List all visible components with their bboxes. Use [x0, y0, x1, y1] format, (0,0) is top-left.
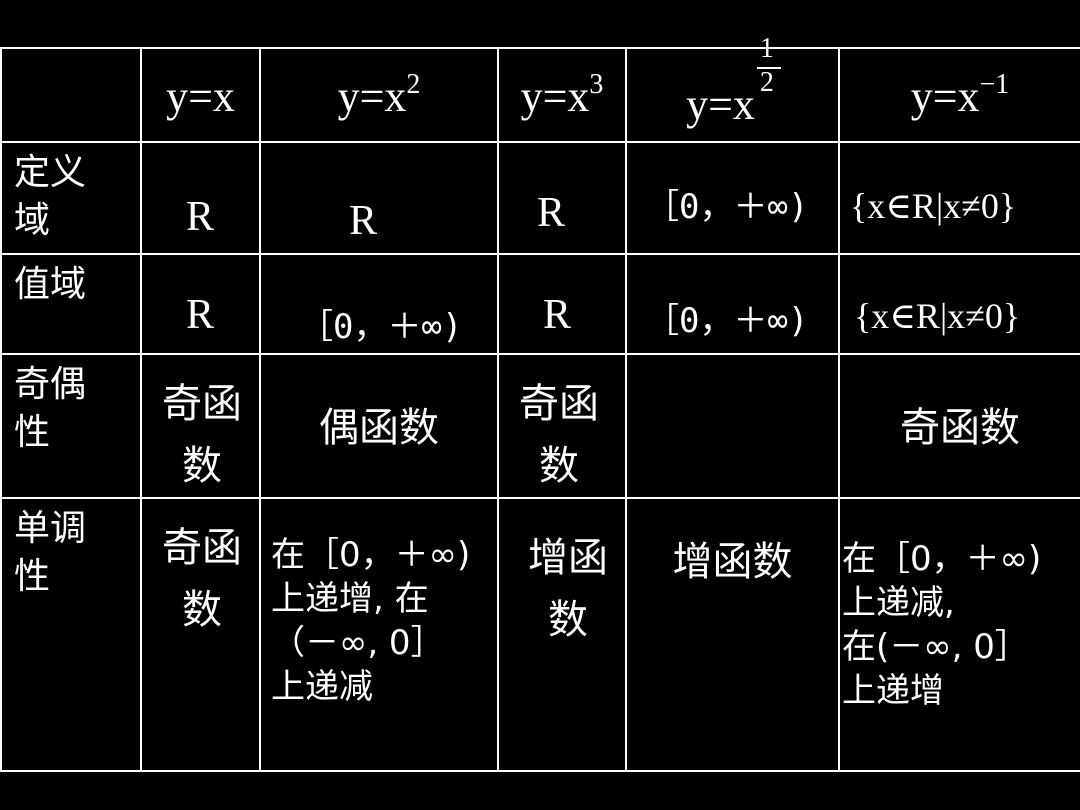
cell-value: R — [543, 292, 572, 338]
range-row: 值域 R ［0，＋∞) R ［0，＋∞) {x∈R|x≠0} — [0, 253, 1080, 355]
range-f2: ［0，＋∞) — [259, 253, 499, 355]
row-label-line: 定义 — [14, 152, 87, 193]
cell-value-line: 奇函 — [162, 381, 242, 427]
cell-value-line: 奇函 — [519, 381, 599, 427]
row-label-cell: 奇偶 性 — [0, 353, 142, 499]
parity-f3: 奇函 数 — [497, 353, 627, 499]
cell-value: R — [537, 190, 566, 236]
cell-value-line: 在［0，＋∞) — [271, 535, 471, 575]
fraction-exponent: 12 — [756, 35, 781, 111]
cell-value: R — [186, 292, 215, 338]
range-f1: R — [140, 253, 261, 355]
slide: y=x y=x2 y=x3 y=x 1 2 y=x−1 定义 域 R R R ［… — [0, 0, 1080, 810]
row-label-line: 域 — [14, 200, 51, 241]
row-label-cell: 定义 域 — [0, 141, 142, 255]
exponent: 3 — [589, 69, 604, 100]
header-y-eq-x-cubed: y=x3 — [497, 47, 627, 143]
cell-value: R — [349, 198, 378, 244]
function-label: y=x — [166, 72, 235, 121]
cell-value: ［0，＋∞) — [645, 301, 809, 341]
cell-value: 偶函数 — [319, 405, 439, 451]
monotonicity-row: 单调 性 奇函 数 在［0，＋∞) 上递增, 在 （－∞, 0］ 上递减 增函 … — [0, 497, 1080, 772]
cell-value-line: 数 — [548, 597, 588, 643]
domain-f4: ［0，＋∞) — [625, 141, 840, 255]
monotonicity-f3: 增函 数 — [497, 497, 627, 772]
row-label-line: 单调 — [14, 508, 87, 549]
cell-value-line: 在［0，＋∞) — [842, 539, 1042, 579]
cell-value-line: 上递增, 在 — [271, 579, 429, 619]
cell-value-line: 增函 — [528, 535, 608, 581]
parity-f5: 奇函数 — [838, 353, 1080, 499]
cell-value: ［0，＋∞) — [299, 307, 463, 347]
function-label: y=x — [337, 72, 407, 121]
power-function-properties-table: y=x y=x2 y=x3 y=x 1 2 y=x−1 定义 域 R R R ［… — [0, 35, 1080, 772]
row-label-line: 性 — [14, 412, 51, 453]
range-f3: R — [497, 253, 627, 355]
cell-value-line: （－∞, 0］ — [271, 623, 445, 663]
header-y-eq-x-squared: y=x2 — [259, 47, 499, 143]
cell-value: {x∈R|x≠0} — [854, 296, 1021, 336]
cell-value-line: 在(－∞, 0］ — [842, 627, 1029, 667]
monotonicity-f1: 奇函 数 — [140, 497, 261, 772]
range-f4: ［0，＋∞) — [625, 253, 840, 355]
row-label-cell: 单调 性 — [0, 497, 142, 772]
cell-value: {x∈R|x≠0} — [850, 186, 1017, 226]
header-row: y=x y=x2 y=x3 y=x 1 2 y=x−1 — [0, 35, 1080, 143]
header-y-eq-x: y=x — [140, 47, 261, 143]
domain-f3: R — [497, 141, 627, 255]
domain-f5: {x∈R|x≠0} — [838, 141, 1080, 255]
function-label: y=x — [686, 80, 755, 129]
domain-f1: R — [140, 141, 261, 255]
exponent: 2 — [406, 69, 421, 100]
monotonicity-f2: 在［0，＋∞) 上递增, 在 （－∞, 0］ 上递减 — [259, 497, 499, 772]
row-label-line: 奇偶 — [14, 364, 87, 405]
header-y-eq-x-half: y=x 1 2 — [625, 35, 840, 143]
cell-value-line: 数 — [182, 587, 222, 633]
exponent: −1 — [979, 69, 1010, 100]
function-label: y=x — [910, 72, 980, 121]
header-y-eq-x-inverse: y=x−1 — [838, 47, 1080, 143]
cell-value-line: 上递增 — [842, 671, 944, 711]
row-label-cell: 值域 — [0, 253, 142, 355]
fraction-denominator: 2 — [759, 67, 774, 98]
cell-value-line: 上递减, — [842, 583, 955, 623]
monotonicity-f5: 在［0，＋∞) 上递减, 在(－∞, 0］ 上递增 — [838, 497, 1080, 772]
parity-row: 奇偶 性 奇函 数 偶函数 奇函 数 奇函数 — [0, 353, 1080, 499]
row-label-line: 性 — [14, 556, 51, 597]
domain-row: 定义 域 R R R ［0，＋∞) {x∈R|x≠0} — [0, 141, 1080, 255]
cell-value: R — [186, 194, 215, 240]
cell-value-line: 数 — [182, 443, 222, 489]
monotonicity-f4: 增函数 — [625, 497, 840, 772]
domain-f2: R — [259, 141, 499, 255]
cell-value-line: 上递减 — [271, 667, 373, 707]
parity-f1: 奇函 数 — [140, 353, 261, 499]
cell-value-line: 数 — [539, 443, 579, 489]
cell-value: ［0，＋∞) — [645, 187, 809, 227]
corner-cell — [0, 47, 142, 143]
row-label-line: 值域 — [14, 264, 87, 305]
fraction-numerator: 1 — [759, 33, 774, 64]
range-f5: {x∈R|x≠0} — [838, 253, 1080, 355]
parity-f2: 偶函数 — [259, 353, 499, 499]
parity-f4 — [625, 353, 840, 499]
cell-value: 增函数 — [672, 539, 793, 585]
cell-value: 奇函数 — [900, 405, 1020, 451]
function-label: y=x — [520, 72, 590, 121]
cell-value-line: 奇函 — [162, 525, 242, 571]
